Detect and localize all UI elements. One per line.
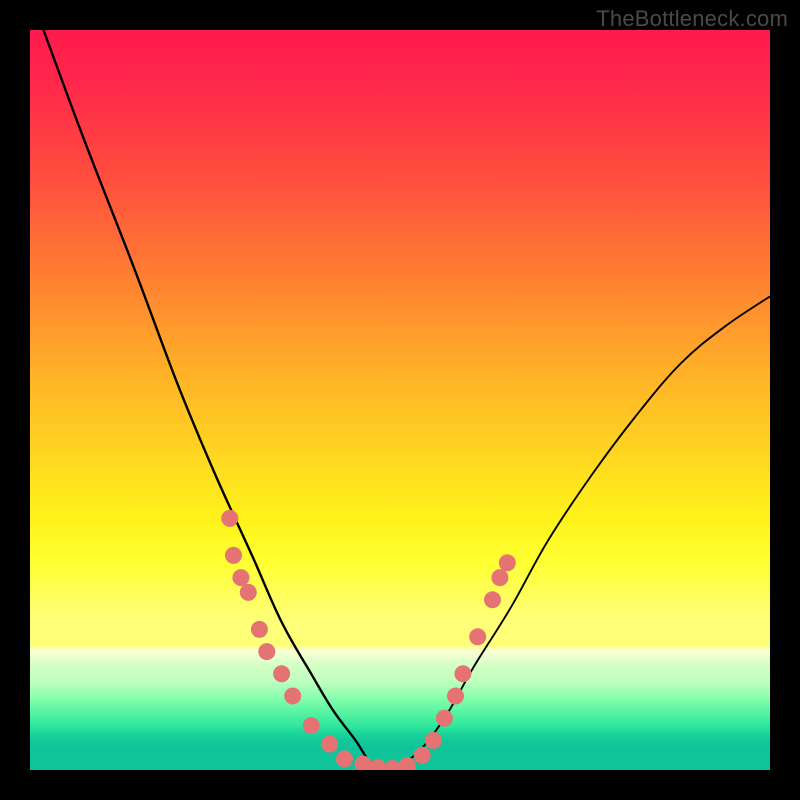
scatter-dot xyxy=(284,688,301,705)
plot-area xyxy=(30,30,770,770)
curve-left xyxy=(30,30,385,770)
scatter-dot xyxy=(221,510,238,527)
scatter-dot xyxy=(258,643,275,660)
scatter-dot xyxy=(321,736,338,753)
chart-svg xyxy=(30,30,770,770)
scatter-dot xyxy=(369,759,386,770)
scatter-dot xyxy=(454,665,471,682)
chart-stage: TheBottleneck.com xyxy=(0,0,800,800)
scatter-dot xyxy=(240,584,257,601)
scatter-dot xyxy=(384,760,401,770)
scatter-dot xyxy=(499,554,516,571)
scatter-dot xyxy=(355,756,372,770)
scatter-dot xyxy=(491,569,508,586)
curve-layer xyxy=(30,30,770,770)
scatter-dot xyxy=(232,569,249,586)
scatter-dot xyxy=(303,717,320,734)
scatter-dot xyxy=(251,621,268,638)
scatter-dot xyxy=(425,732,442,749)
scatter-dot xyxy=(484,591,501,608)
scatter-dot xyxy=(399,757,416,770)
curve-right xyxy=(385,296,770,770)
scatter-dot xyxy=(336,750,353,767)
scatter-dot xyxy=(469,628,486,645)
watermark-text: TheBottleneck.com xyxy=(596,6,788,32)
scatter-dot xyxy=(436,710,453,727)
scatter-dot xyxy=(447,688,464,705)
scatter-dot xyxy=(225,547,242,564)
scatter-dot xyxy=(414,747,431,764)
scatter-dots xyxy=(221,510,516,770)
scatter-dot xyxy=(273,665,290,682)
